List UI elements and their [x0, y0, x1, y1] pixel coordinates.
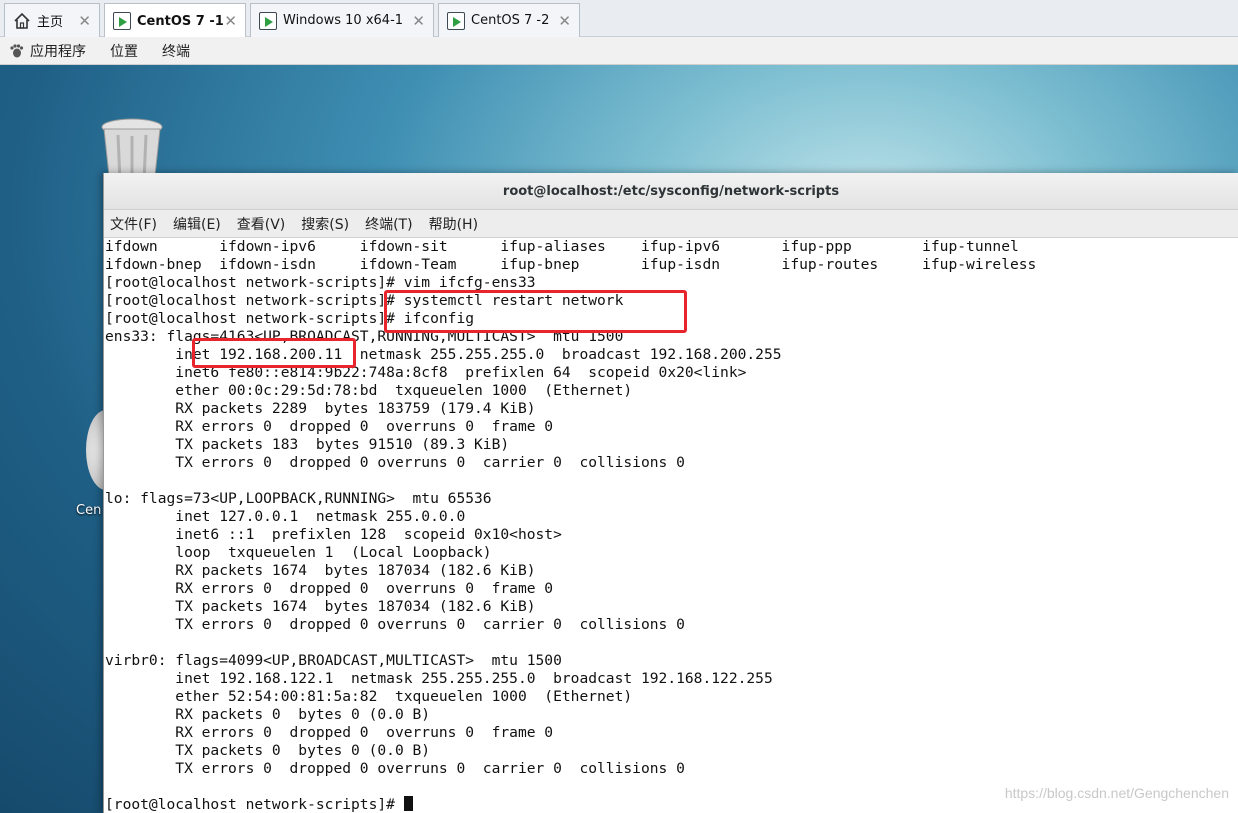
terminal-line: RX errors 0 dropped 0 overruns 0 frame 0	[105, 418, 554, 435]
gnome-foot-icon	[8, 43, 24, 59]
tab-label: CentOS 7 -1	[137, 13, 224, 29]
home-icon	[13, 12, 31, 30]
terminal-title: root@localhost:/etc/sysconfig/network-sc…	[502, 183, 840, 199]
vm-tab-bar: 主页 ✕ CentOS 7 -1 ✕ Windows 10 x64-1 ✕ Ce…	[0, 0, 1238, 38]
tab-label: 主页	[37, 15, 64, 30]
tab-label: Windows 10 x64-1	[283, 13, 404, 28]
tab-label: CentOS 7 -2	[471, 13, 550, 28]
places-menu[interactable]: 位置	[110, 41, 138, 61]
tab-centos-7-1[interactable]: CentOS 7 -1 ✕	[104, 3, 246, 38]
terminal-line: TX packets 0 bytes 0 (0.0 B)	[105, 742, 431, 759]
terminal-line: [root@localhost network-scripts]# vim if…	[105, 274, 536, 291]
tab-home[interactable]: 主页 ✕	[4, 3, 100, 37]
terminal-line: TX errors 0 dropped 0 overruns 0 carrier…	[105, 616, 685, 633]
terminal-output[interactable]: ifdown ifdown-ipv6 ifdown-sit ifup-alias…	[104, 238, 1238, 813]
terminal-window[interactable]: root@localhost:/etc/sysconfig/network-sc…	[103, 173, 1238, 813]
terminal-line: [root@localhost network-scripts]# system…	[105, 292, 624, 309]
terminal-line: ens33: flags=4163<UP,BROADCAST,RUNNING,M…	[105, 328, 624, 345]
applications-label: 应用程序	[30, 43, 86, 60]
menu-edit[interactable]: 编辑(E)	[173, 214, 221, 234]
menu-file[interactable]: 文件(F)	[110, 214, 157, 234]
terminal-line: RX packets 0 bytes 0 (0.0 B)	[105, 706, 431, 723]
close-icon[interactable]: ✕	[224, 12, 237, 30]
close-icon[interactable]: ✕	[412, 12, 425, 30]
terminal-line: inet 127.0.0.1 netmask 255.0.0.0	[105, 508, 466, 525]
terminal-line: inet 192.168.122.1 netmask 255.255.255.0…	[105, 670, 773, 687]
applications-menu[interactable]: 应用程序	[0, 41, 86, 61]
terminal-line: loop txqueuelen 1 (Local Loopback)	[105, 544, 492, 561]
terminal-line: [root@localhost network-scripts]# ifconf…	[105, 310, 475, 327]
terminal-line: TX packets 183 bytes 91510 (89.3 KiB)	[105, 436, 510, 453]
menu-view[interactable]: 查看(V)	[237, 214, 286, 234]
text-cursor	[403, 796, 413, 811]
terminal-line: inet 192.168.200.11 netmask 255.255.255.…	[105, 346, 782, 363]
close-icon[interactable]: ✕	[558, 12, 571, 30]
terminal-line: RX packets 2289 bytes 183759 (179.4 KiB)	[105, 400, 536, 417]
terminal-line: TX packets 1674 bytes 187034 (182.6 KiB)	[105, 598, 536, 615]
terminal-menu-bar: 文件(F) 编辑(E) 查看(V) 搜索(S) 终端(T) 帮助(H)	[104, 210, 1238, 238]
terminal-title-bar[interactable]: root@localhost:/etc/sysconfig/network-sc…	[104, 173, 1238, 210]
terminal-line: inet6 ::1 prefixlen 128 scopeid 0x10<hos…	[105, 526, 562, 543]
desktop-icon-label: Cen	[76, 503, 102, 518]
gnome-top-bar: 应用程序 位置 终端	[0, 37, 1238, 65]
terminal-line: ifdown-bnep ifdown-isdn ifdown-Team ifup…	[105, 256, 1037, 273]
menu-help[interactable]: 帮助(H)	[429, 214, 478, 234]
terminal-line: RX errors 0 dropped 0 overruns 0 frame 0	[105, 724, 554, 741]
terminal-line: TX errors 0 dropped 0 overruns 0 carrier…	[105, 454, 685, 471]
terminal-line: inet6 fe80::e814:9b22:748a:8cf8 prefixle…	[105, 364, 747, 381]
terminal-line: RX errors 0 dropped 0 overruns 0 frame 0	[105, 580, 554, 597]
terminal-app-menu[interactable]: 终端	[162, 41, 190, 61]
vm-icon	[113, 12, 131, 30]
terminal-line: RX packets 1674 bytes 187034 (182.6 KiB)	[105, 562, 536, 579]
places-label: 位置	[110, 43, 138, 60]
terminal-line: ether 00:0c:29:5d:78:bd txqueuelen 1000 …	[105, 382, 633, 399]
close-icon[interactable]: ✕	[78, 12, 91, 30]
terminal-line: ifdown ifdown-ipv6 ifdown-sit ifup-alias…	[105, 238, 1019, 255]
terminal-line: TX errors 0 dropped 0 overruns 0 carrier…	[105, 760, 685, 777]
terminal-line: ether 52:54:00:81:5a:82 txqueuelen 1000 …	[105, 688, 633, 705]
vm-icon	[259, 11, 277, 30]
vm-icon	[447, 11, 465, 30]
tab-centos-7-2[interactable]: CentOS 7 -2 ✕	[438, 3, 580, 37]
menu-terminal[interactable]: 终端(T)	[365, 214, 412, 234]
terminal-prompt: [root@localhost network-scripts]#	[105, 796, 404, 813]
watermark: https://blog.csdn.net/Gengchenchen	[1004, 785, 1229, 801]
tab-windows-10[interactable]: Windows 10 x64-1 ✕	[250, 3, 434, 37]
terminal-line: lo: flags=73<UP,LOOPBACK,RUNNING> mtu 65…	[105, 490, 492, 507]
terminal-label: 终端	[162, 43, 190, 60]
menu-search[interactable]: 搜索(S)	[301, 214, 349, 234]
terminal-line: virbr0: flags=4099<UP,BROADCAST,MULTICAS…	[105, 652, 562, 669]
